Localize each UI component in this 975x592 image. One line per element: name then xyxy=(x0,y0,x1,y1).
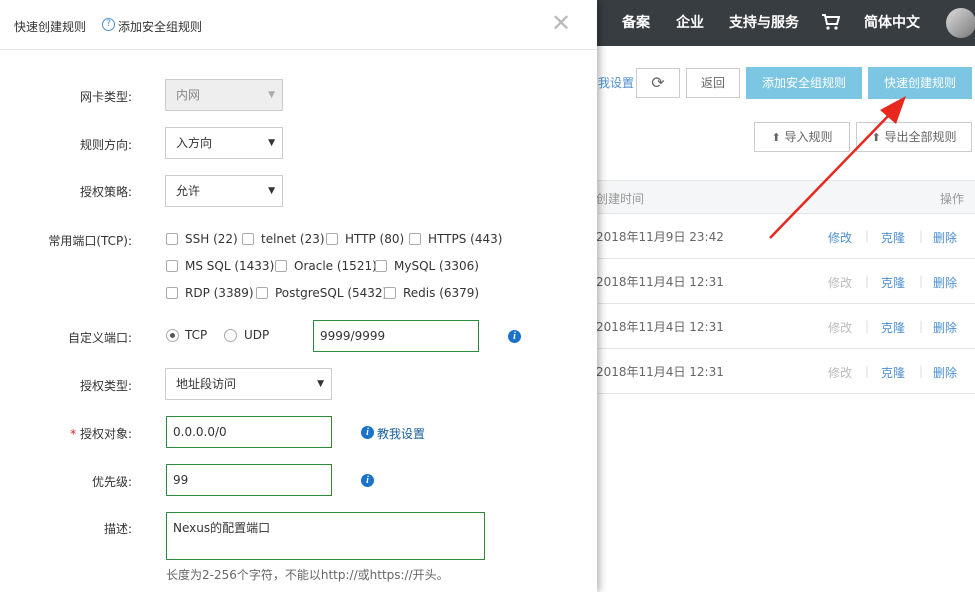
close-icon[interactable]: ✕ xyxy=(550,11,572,35)
port-checkbox-http[interactable] xyxy=(326,233,338,245)
auth-type-label: 授权类型: xyxy=(79,379,132,393)
divider: | xyxy=(865,274,870,288)
row-date: 2018年11月4日 12:31 xyxy=(596,365,724,379)
direction-select[interactable]: 入方向 ▼ xyxy=(165,127,283,159)
row-date: 2018年11月4日 12:31 xyxy=(596,320,724,334)
description-textarea[interactable]: Nexus的配置端口 xyxy=(166,512,485,560)
clone-link[interactable]: 克隆 xyxy=(881,364,905,381)
auth-object-label-text: 授权对象: xyxy=(79,427,132,441)
chevron-down-icon: ▼ xyxy=(317,379,324,389)
tcp-radio-label: TCP xyxy=(185,328,208,342)
port-checkbox-redis[interactable] xyxy=(384,287,396,299)
udp-radio-label: UDP xyxy=(244,328,270,342)
divider: | xyxy=(919,319,924,333)
custom-port-label: 自定义端口: xyxy=(67,331,132,345)
chevron-down-icon: ▼ xyxy=(268,90,275,100)
port-checkbox-https[interactable] xyxy=(409,233,421,245)
info-icon[interactable]: i xyxy=(508,330,521,343)
divider: | xyxy=(865,319,870,333)
port-checkbox-rdp[interactable] xyxy=(166,287,178,299)
clone-link[interactable]: 克隆 xyxy=(881,319,905,336)
nav-beian[interactable]: 备案 xyxy=(622,0,650,46)
port-label-mysql: MySQL (3306) xyxy=(394,259,479,273)
nic-type-value: 内网 xyxy=(176,88,201,102)
avatar[interactable] xyxy=(946,8,975,38)
row-date: 2018年11月4日 12:31 xyxy=(596,275,724,289)
table-row: 2018年11月4日 12:31 修改 | 克隆 | 删除 xyxy=(596,349,975,394)
delete-link[interactable]: 删除 xyxy=(933,229,957,246)
auth-type-select[interactable]: 地址段访问 ▼ xyxy=(165,368,332,400)
info-icon: i xyxy=(361,426,374,439)
description-label: 描述: xyxy=(103,522,132,536)
port-label-http: HTTP (80) xyxy=(345,232,405,246)
auth-object-input[interactable]: 0.0.0.0/0 xyxy=(166,416,332,448)
col-created-time: 创建时间 xyxy=(596,192,645,206)
table-row: 2018年11月4日 12:31 修改 | 克隆 | 删除 xyxy=(596,259,975,304)
add-sg-rule-help-link[interactable]: 添加安全组规则 xyxy=(118,18,202,35)
edit-link: 修改 xyxy=(828,366,853,380)
table-row: 2018年11月4日 12:31 修改 | 克隆 | 删除 xyxy=(596,304,975,349)
edit-link: 修改 xyxy=(828,321,853,335)
info-icon[interactable]: i xyxy=(361,474,374,487)
chevron-down-icon: ▼ xyxy=(268,186,275,196)
port-checkbox-ssh[interactable] xyxy=(166,233,178,245)
auth-type-value: 地址段访问 xyxy=(176,377,237,391)
help-icon[interactable]: ? xyxy=(102,18,115,31)
port-label-https: HTTPS (443) xyxy=(428,232,503,246)
port-checkbox-telnet[interactable] xyxy=(242,233,254,245)
delete-link[interactable]: 删除 xyxy=(933,274,957,291)
back-button[interactable]: 返回 xyxy=(686,68,740,98)
nic-type-select: 内网 ▼ xyxy=(165,79,283,111)
clone-link[interactable]: 克隆 xyxy=(881,274,905,291)
udp-radio[interactable] xyxy=(224,329,237,342)
policy-select[interactable]: 允许 ▼ xyxy=(165,175,283,207)
port-checkbox-postgresql[interactable] xyxy=(256,287,268,299)
common-ports-label: 常用端口(TCP): xyxy=(48,234,132,248)
nav-enterprise[interactable]: 企业 xyxy=(676,0,704,46)
port-label-ssh: SSH (22) xyxy=(185,232,238,246)
auth-object-label: * 授权对象: xyxy=(40,425,132,442)
port-checkbox-mssql[interactable] xyxy=(166,260,178,272)
teach-setting-link[interactable]: 我设置 xyxy=(598,74,634,91)
divider: | xyxy=(919,229,924,243)
port-checkbox-oracle[interactable] xyxy=(275,260,287,272)
nav-support[interactable]: 支持与服务 xyxy=(729,0,799,46)
port-label-postgresql: PostgreSQL (5432) xyxy=(275,286,388,300)
nic-type-label: 网卡类型: xyxy=(79,90,132,104)
tcp-radio[interactable] xyxy=(166,329,179,342)
nav-language[interactable]: 简体中文 xyxy=(864,0,920,46)
dialog-title: 快速创建规则 xyxy=(14,20,87,34)
delete-link[interactable]: 删除 xyxy=(933,364,957,381)
col-action: 操作 xyxy=(940,192,965,206)
required-mark: * xyxy=(70,427,77,441)
teach-me-link[interactable]: 教我设置 xyxy=(377,425,425,442)
policy-value: 允许 xyxy=(176,184,201,198)
cart-icon[interactable] xyxy=(822,14,840,30)
port-label-rdp: RDP (3389) xyxy=(185,286,254,300)
direction-label: 规则方向: xyxy=(79,138,132,152)
port-checkbox-mysql[interactable] xyxy=(375,260,387,272)
dialog-header: 快速创建规则 ? 添加安全组规则 ✕ xyxy=(0,0,597,50)
port-label-mssql: MS SQL (1433) xyxy=(185,259,275,273)
chevron-down-icon: ▼ xyxy=(268,138,275,148)
annotation-arrow xyxy=(769,96,906,239)
priority-label: 优先级: xyxy=(91,475,132,489)
port-label-telnet: telnet (23) xyxy=(261,232,325,246)
refresh-button[interactable]: ⟳ xyxy=(636,68,680,98)
port-label-oracle: Oracle (1521) xyxy=(294,259,377,273)
policy-label: 授权策略: xyxy=(79,185,132,199)
divider: | xyxy=(919,274,924,288)
custom-port-input[interactable]: 9999/9999 xyxy=(313,320,479,352)
refresh-icon: ⟳ xyxy=(651,73,665,92)
port-label-redis: Redis (6379) xyxy=(403,286,480,300)
edit-link: 修改 xyxy=(828,276,853,290)
priority-input[interactable]: 99 xyxy=(166,464,332,496)
row-date: 2018年11月9日 23:42 xyxy=(596,230,724,244)
quick-create-rule-dialog: 快速创建规则 ? 添加安全组规则 ✕ 网卡类型: 内网 ▼ 规则方向: 入方向 … xyxy=(0,0,597,592)
description-hint: 长度为2-256个字符，不能以http://或https://开头。 xyxy=(166,568,449,582)
direction-value: 入方向 xyxy=(176,136,213,150)
divider: | xyxy=(919,364,924,378)
divider: | xyxy=(865,364,870,378)
delete-link[interactable]: 删除 xyxy=(933,319,957,336)
